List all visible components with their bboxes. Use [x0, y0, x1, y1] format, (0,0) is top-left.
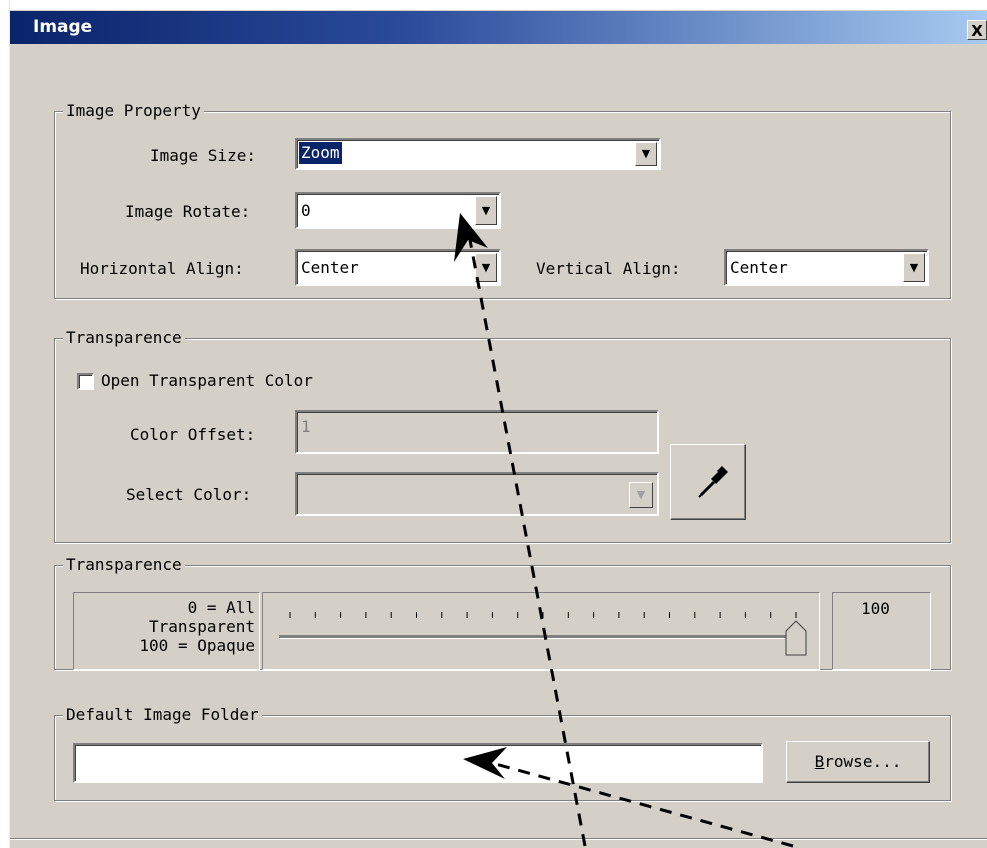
- horizontal-align-dropdown-button[interactable]: ▼: [475, 253, 497, 282]
- browse-accelerator: B: [814, 752, 825, 771]
- image-rotate-label: Image Rotate:: [125, 202, 251, 221]
- horizontal-align-select[interactable]: Center ▼: [295, 249, 501, 286]
- browse-button[interactable]: Browse...: [786, 741, 930, 783]
- color-offset-input[interactable]: 1: [295, 410, 659, 454]
- close-icon: X: [971, 22, 983, 40]
- close-button[interactable]: X: [967, 20, 987, 40]
- transparency-value-box: 100: [832, 592, 931, 670]
- vertical-align-select[interactable]: Center ▼: [724, 249, 929, 286]
- chevron-down-icon: ▼: [909, 261, 919, 274]
- hint-line-2: Transparent: [149, 617, 255, 636]
- chevron-down-icon: ▼: [636, 488, 646, 501]
- image-size-select[interactable]: Zoom ▼: [295, 138, 661, 170]
- vertical-align-value: Center: [730, 258, 788, 277]
- transparency-slider-box: [262, 592, 820, 670]
- chevron-down-icon: ▼: [641, 147, 651, 160]
- image-property-legend: Image Property: [63, 102, 204, 120]
- image-rotate-dropdown-button[interactable]: ▼: [475, 196, 497, 225]
- window-left-edge-line: [9, 0, 10, 848]
- horizontal-align-label: Horizontal Align:: [80, 259, 244, 278]
- horizontal-align-value: Center: [301, 258, 359, 277]
- default-folder-legend: Default Image Folder: [63, 706, 262, 724]
- slider-track-highlight: [279, 638, 799, 639]
- color-offset-value: 1: [301, 417, 311, 436]
- image-size-label: Image Size:: [150, 146, 256, 165]
- select-color-select[interactable]: ▼: [295, 472, 659, 516]
- hint-line-3: 100 = Opaque: [139, 636, 255, 655]
- eyedropper-icon: [698, 466, 728, 498]
- select-color-label: Select Color:: [126, 485, 252, 504]
- select-color-dropdown-button[interactable]: ▼: [629, 482, 653, 508]
- window-top-edge: [0, 0, 987, 10]
- slider-thumb[interactable]: [785, 620, 807, 656]
- eyedropper-button[interactable]: [670, 444, 746, 520]
- image-rotate-select[interactable]: 0 ▼: [295, 192, 501, 229]
- color-offset-label: Color Offset:: [130, 425, 256, 444]
- open-transparent-label[interactable]: Open Transparent Color: [101, 371, 313, 391]
- image-dialog: Image X Image Property Image Size: Zoom …: [0, 0, 987, 848]
- bottom-separator-highlight: [10, 839, 987, 840]
- image-size-dropdown-button[interactable]: ▼: [635, 142, 657, 166]
- browse-label: rowse...: [824, 752, 902, 771]
- transparency-slider[interactable]: [263, 593, 819, 669]
- slider-ticks: [289, 612, 797, 618]
- folder-path-input[interactable]: [73, 743, 763, 783]
- vertical-align-label: Vertical Align:: [536, 259, 681, 278]
- open-transparent-checkbox[interactable]: [77, 373, 94, 390]
- hint-line-1: 0 = All: [187, 598, 255, 617]
- chevron-down-icon: ▼: [481, 204, 491, 217]
- window-title: Image: [33, 17, 93, 37]
- image-size-value: Zoom: [299, 142, 342, 164]
- transparence-color-legend: Transparence: [63, 329, 185, 347]
- title-bar[interactable]: Image X: [10, 11, 987, 44]
- transparence-level-legend: Transparence: [63, 556, 185, 574]
- image-rotate-value: 0: [301, 201, 311, 220]
- slider-track: [279, 635, 799, 638]
- chevron-down-icon: ▼: [481, 261, 491, 274]
- vertical-align-dropdown-button[interactable]: ▼: [903, 253, 925, 282]
- transparency-value: 100: [861, 599, 890, 618]
- transparency-hint-box: 0 = All Transparent 100 = Opaque: [73, 592, 260, 670]
